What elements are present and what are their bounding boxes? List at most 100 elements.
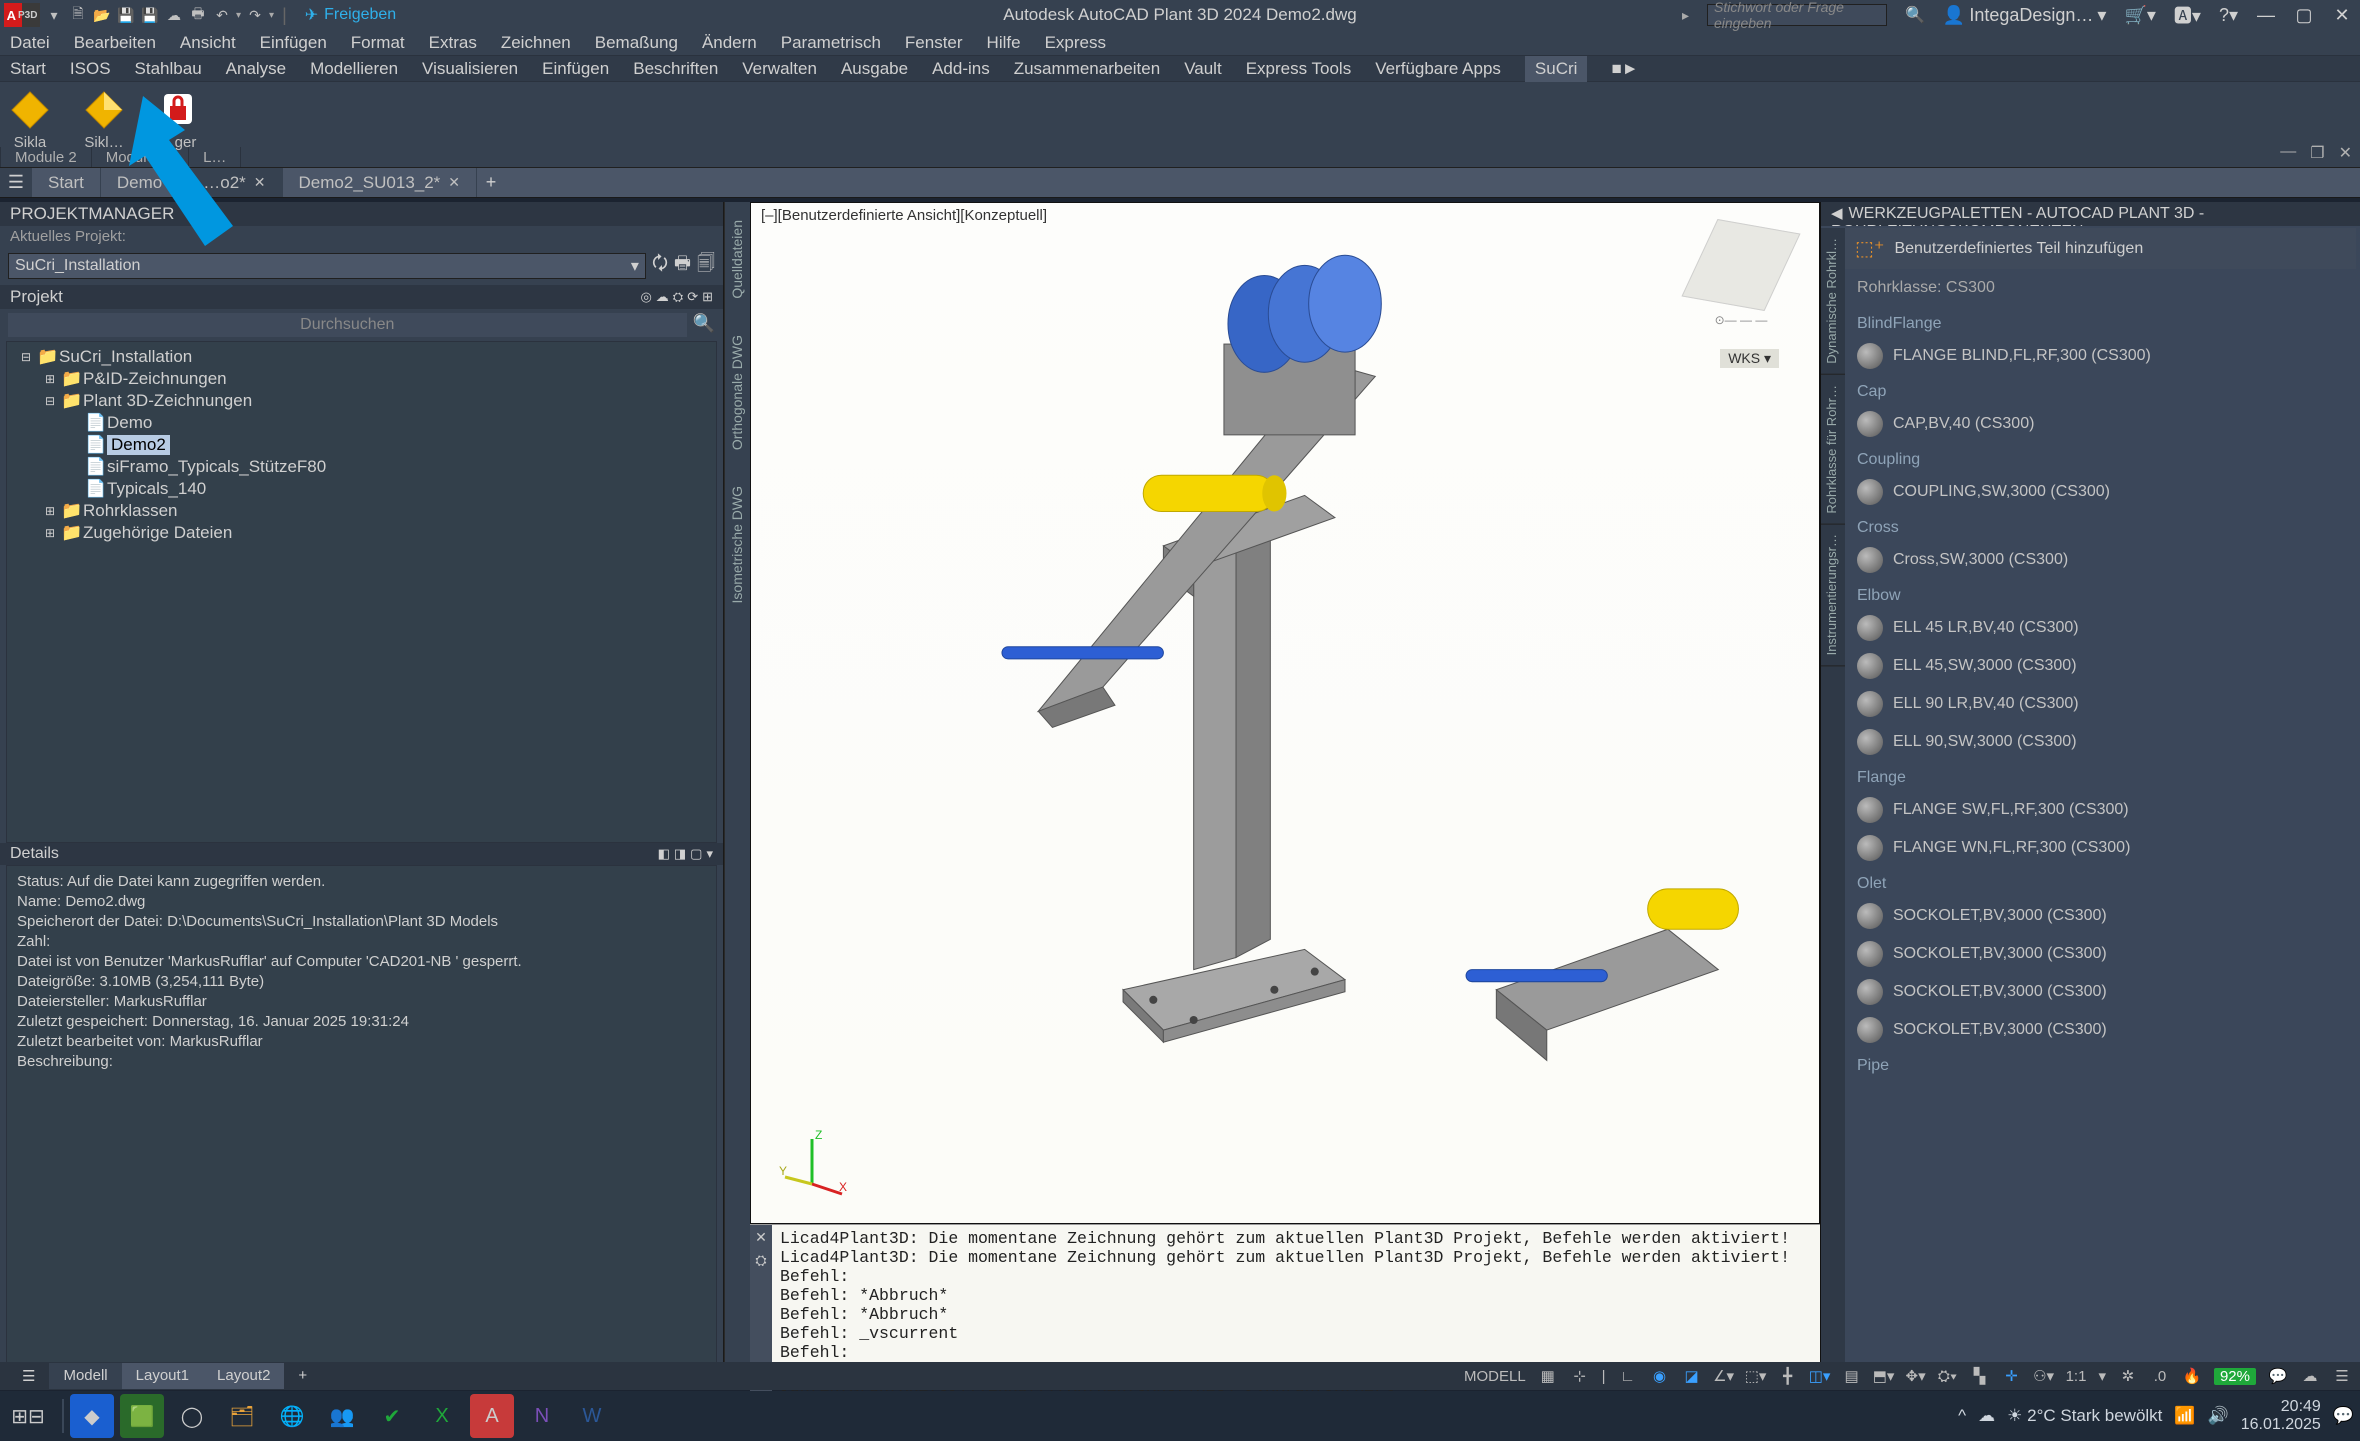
iso-icon[interactable]: ⬚▾ <box>1746 1366 1766 1386</box>
palette-item[interactable]: SOCKOLET,BV,3000 (CS300) <box>1845 897 2356 935</box>
tray-sound-icon[interactable]: 🔊 <box>2208 1406 2229 1426</box>
menu-item[interactable]: Hilfe <box>987 33 1021 53</box>
ribbon-tab[interactable]: Zusammenarbeiten <box>1014 59 1160 79</box>
sub-close-icon[interactable]: ✕ <box>2339 143 2352 163</box>
document-tab[interactable]: Start <box>32 168 101 197</box>
sub-restore-icon[interactable]: ❐ <box>2310 143 2324 163</box>
details-icon[interactable]: ▾ <box>706 846 713 862</box>
tree-node[interactable]: ⊞📁Rohrklassen <box>15 500 708 522</box>
save-icon[interactable]: 💾 <box>116 5 136 25</box>
cursor-icon[interactable]: ✛ <box>2002 1366 2022 1386</box>
add-tab-button[interactable]: + <box>477 168 505 197</box>
share-button[interactable]: ✈ Freigeben <box>305 5 396 25</box>
tree-node[interactable]: 📄Typicals_140 <box>15 478 708 500</box>
ribbon-tab[interactable]: Modellieren <box>310 59 398 79</box>
minimize-button[interactable]: — <box>2256 5 2276 26</box>
document-tab[interactable]: Demo2_SU013_2*✕ <box>283 168 478 197</box>
palette-item[interactable]: FLANGE WN,FL,RF,300 (CS300) <box>1845 829 2356 867</box>
model-tab[interactable]: Modell <box>49 1363 121 1389</box>
menu-item[interactable]: Extras <box>429 33 477 53</box>
polar-icon[interactable]: ◉ <box>1650 1366 1670 1386</box>
palette-item[interactable]: SOCKOLET,BV,3000 (CS300) <box>1845 1011 2356 1049</box>
details-icon[interactable]: ◨ <box>674 846 686 862</box>
dyn-icon[interactable]: ╋ <box>1778 1366 1798 1386</box>
comment-icon[interactable]: 💬 <box>2268 1366 2288 1386</box>
pm-icon[interactable]: ◎ <box>640 289 651 305</box>
open-icon[interactable]: 📂 <box>92 5 112 25</box>
tray-weather[interactable]: ☀ 2°C Stark bewölkt <box>2007 1406 2162 1426</box>
palette-item[interactable]: ELL 45,SW,3000 (CS300) <box>1845 647 2356 685</box>
tree-node[interactable]: 📄Demo2 <box>15 434 708 456</box>
viewport[interactable]: [–][Benutzerdefinierte Ansicht][Konzeptu… <box>750 202 1820 1224</box>
pm-icon[interactable]: ⊞ <box>702 289 713 305</box>
menu-item[interactable]: Datei <box>10 33 50 53</box>
cog-icon[interactable]: ✲ <box>2118 1366 2138 1386</box>
menu-item[interactable]: Parametrisch <box>781 33 881 53</box>
user-menu[interactable]: 👤 IntegaDesign… ▾ <box>1943 5 2107 26</box>
ribbon-tab[interactable]: Analyse <box>226 59 286 79</box>
undo-icon[interactable]: ↶ <box>212 5 232 25</box>
layout-menu-icon[interactable]: ☰ <box>8 1363 49 1389</box>
zoom-pct[interactable]: 92% <box>2214 1368 2256 1385</box>
menu-item[interactable]: Bemaßung <box>595 33 678 53</box>
person-icon[interactable]: ⚇▾ <box>2034 1366 2054 1386</box>
tray-expand-icon[interactable]: ^ <box>1958 1406 1966 1426</box>
filter-icon[interactable]: ▚ <box>1970 1366 1990 1386</box>
pm-icon[interactable]: ⟳ <box>687 289 698 305</box>
project-tree[interactable]: ⊟📁SuCri_Installation⊞📁P&ID-Zeichnungen⊟📁… <box>6 341 717 843</box>
palette-item[interactable]: Cross,SW,3000 (CS300) <box>1845 541 2356 579</box>
viewport-side-tab[interactable]: Isometrische DWG <box>725 478 750 611</box>
axis-gizmo[interactable]: Z X Y <box>777 1129 847 1199</box>
pm-icon[interactable]: ⛭ <box>673 289 683 305</box>
palette-side-tab[interactable]: Instrumentierungsr… <box>1821 524 1845 666</box>
flame-icon[interactable]: 🔥 <box>2182 1366 2202 1386</box>
palette-item[interactable]: COUPLING,SW,3000 (CS300) <box>1845 473 2356 511</box>
menu-item[interactable]: Ändern <box>702 33 757 53</box>
layout2-tab[interactable]: Layout2 <box>203 1363 284 1389</box>
ribbon-tab[interactable]: Verwalten <box>742 59 817 79</box>
palette-item[interactable]: SOCKOLET,BV,3000 (CS300) <box>1845 935 2356 973</box>
custom-icon[interactable]: ☰ <box>2332 1366 2352 1386</box>
tab-close-icon[interactable]: ✕ <box>448 174 460 191</box>
angle-icon[interactable]: ∠▾ <box>1714 1366 1734 1386</box>
cloud-icon[interactable]: ☁ <box>2300 1366 2320 1386</box>
menu-item[interactable]: Express <box>1045 33 1106 53</box>
pm-filter-icon[interactable]: 🔍 <box>693 313 715 337</box>
palette-item[interactable]: SOCKOLET,BV,3000 (CS300) <box>1845 973 2356 1011</box>
tb-app-icon[interactable]: ✔ <box>370 1394 414 1438</box>
pm-icon[interactable]: ☁ <box>656 289 669 305</box>
tree-node[interactable]: ⊞📁Zugehörige Dateien <box>15 522 708 544</box>
palette-item[interactable]: FLANGE BLIND,FL,RF,300 (CS300) <box>1845 337 2356 375</box>
ribbon-tab[interactable]: Beschriften <box>633 59 718 79</box>
project-selector[interactable]: SuCri_Installation▾ <box>8 253 646 279</box>
tree-node[interactable]: 📄siFramo_Typicals_StützeF80 <box>15 456 708 478</box>
tb-excel-icon[interactable]: X <box>420 1394 464 1438</box>
ribbon-tab[interactable]: ISOS <box>70 59 111 79</box>
ribbon-tab[interactable]: Vault <box>1184 59 1222 79</box>
decimal-icon[interactable]: .0 <box>2150 1366 2170 1386</box>
palette-item[interactable]: FLANGE SW,FL,RF,300 (CS300) <box>1845 791 2356 829</box>
redo-icon[interactable]: ↷ <box>245 5 265 25</box>
tree-node[interactable]: ⊞📁P&ID-Zeichnungen <box>15 368 708 390</box>
grid-icon[interactable]: ▦ <box>1538 1366 1558 1386</box>
tray-clock[interactable]: 20:4916.01.2025 <box>2241 1398 2321 1434</box>
redo-drop-icon[interactable]: ▾ <box>269 10 274 21</box>
search-go-icon[interactable]: 🔍 <box>1905 5 1925 25</box>
ribbon-tab[interactable]: Einfügen <box>542 59 609 79</box>
ribbon-tab[interactable]: SuCri <box>1525 56 1588 82</box>
palette-item[interactable]: ELL 90,SW,3000 (CS300) <box>1845 723 2356 761</box>
gizmo-icon[interactable]: ✥▾ <box>1906 1366 1926 1386</box>
tray-notifications-icon[interactable]: 💬 <box>2333 1406 2354 1426</box>
tb-teams-icon[interactable]: 👥 <box>320 1394 364 1438</box>
undo-drop-icon[interactable]: ▾ <box>236 10 241 21</box>
print-icon[interactable]: 🖶 <box>188 5 208 25</box>
details-icon[interactable]: ▢ <box>690 846 702 862</box>
ribbon-button[interactable]: Sikl… <box>82 88 126 151</box>
palette-item[interactable]: ELL 45 LR,BV,40 (CS300) <box>1845 609 2356 647</box>
maximize-button[interactable]: ▢ <box>2294 5 2314 26</box>
sub-minimize-icon[interactable]: — <box>2280 143 2296 163</box>
ribbon-button[interactable]: Sikla <box>8 88 52 151</box>
menu-item[interactable]: Bearbeiten <box>74 33 156 53</box>
tray-onedrive-icon[interactable]: ☁ <box>1978 1406 1995 1426</box>
tab-close-icon[interactable]: ✕ <box>254 174 266 191</box>
